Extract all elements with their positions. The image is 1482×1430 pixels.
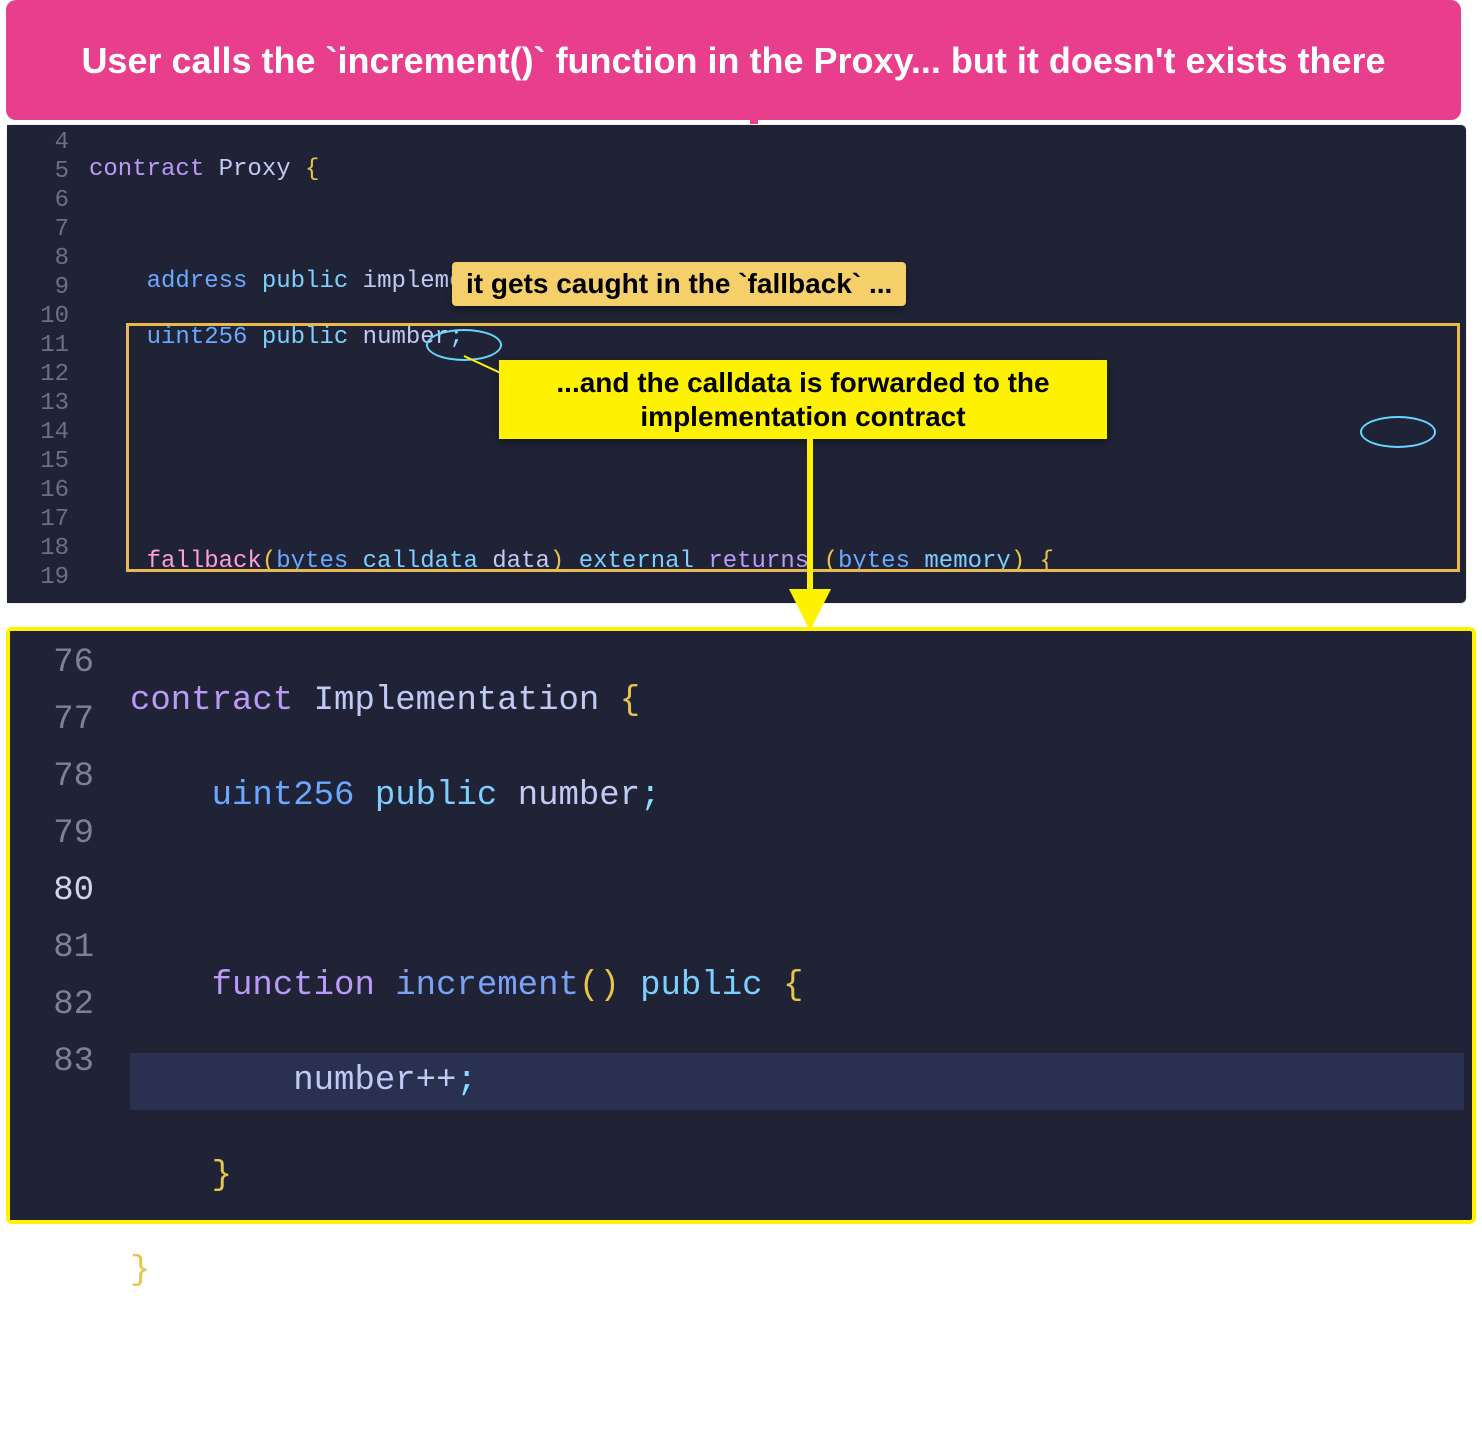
annotation-fallback-text: it gets caught in the `fallback` ...: [466, 268, 892, 299]
code-line: [130, 1338, 1464, 1395]
annotation-calldata: ...and the calldata is forwarded to the …: [499, 360, 1107, 439]
annotation-calldata-text: ...and the calldata is forwarded to the …: [556, 367, 1049, 432]
code-line: uint256 public number;: [130, 768, 1464, 825]
code-line: uint256 public number;: [89, 324, 1458, 353]
banner: User calls the `increment()` function in…: [6, 0, 1461, 120]
code-line: [89, 436, 1458, 465]
gutter-bottom: 7677787980818283: [10, 631, 112, 1220]
code-line: }: [130, 1148, 1464, 1205]
code-line: [89, 212, 1458, 241]
code-line: contract Implementation {: [130, 673, 1464, 730]
code-editor-implementation: 7677787980818283 contract Implementation…: [6, 627, 1476, 1224]
code-line: }: [130, 1243, 1464, 1300]
code-body-bottom: contract Implementation { uint256 public…: [112, 631, 1472, 1220]
code-line: fallback(bytes calldata data) external r…: [89, 548, 1458, 577]
annotation-fallback: it gets caught in the `fallback` ...: [452, 262, 906, 306]
banner-text: User calls the `increment()` function in…: [81, 38, 1385, 83]
code-line: [89, 492, 1458, 521]
code-line-current: number++;: [130, 1053, 1464, 1110]
code-line: contract Proxy {: [89, 156, 1458, 185]
gutter-top: 45678910111213141516171819: [7, 125, 81, 603]
code-line: [130, 863, 1464, 920]
code-line: function increment() public {: [130, 958, 1464, 1015]
